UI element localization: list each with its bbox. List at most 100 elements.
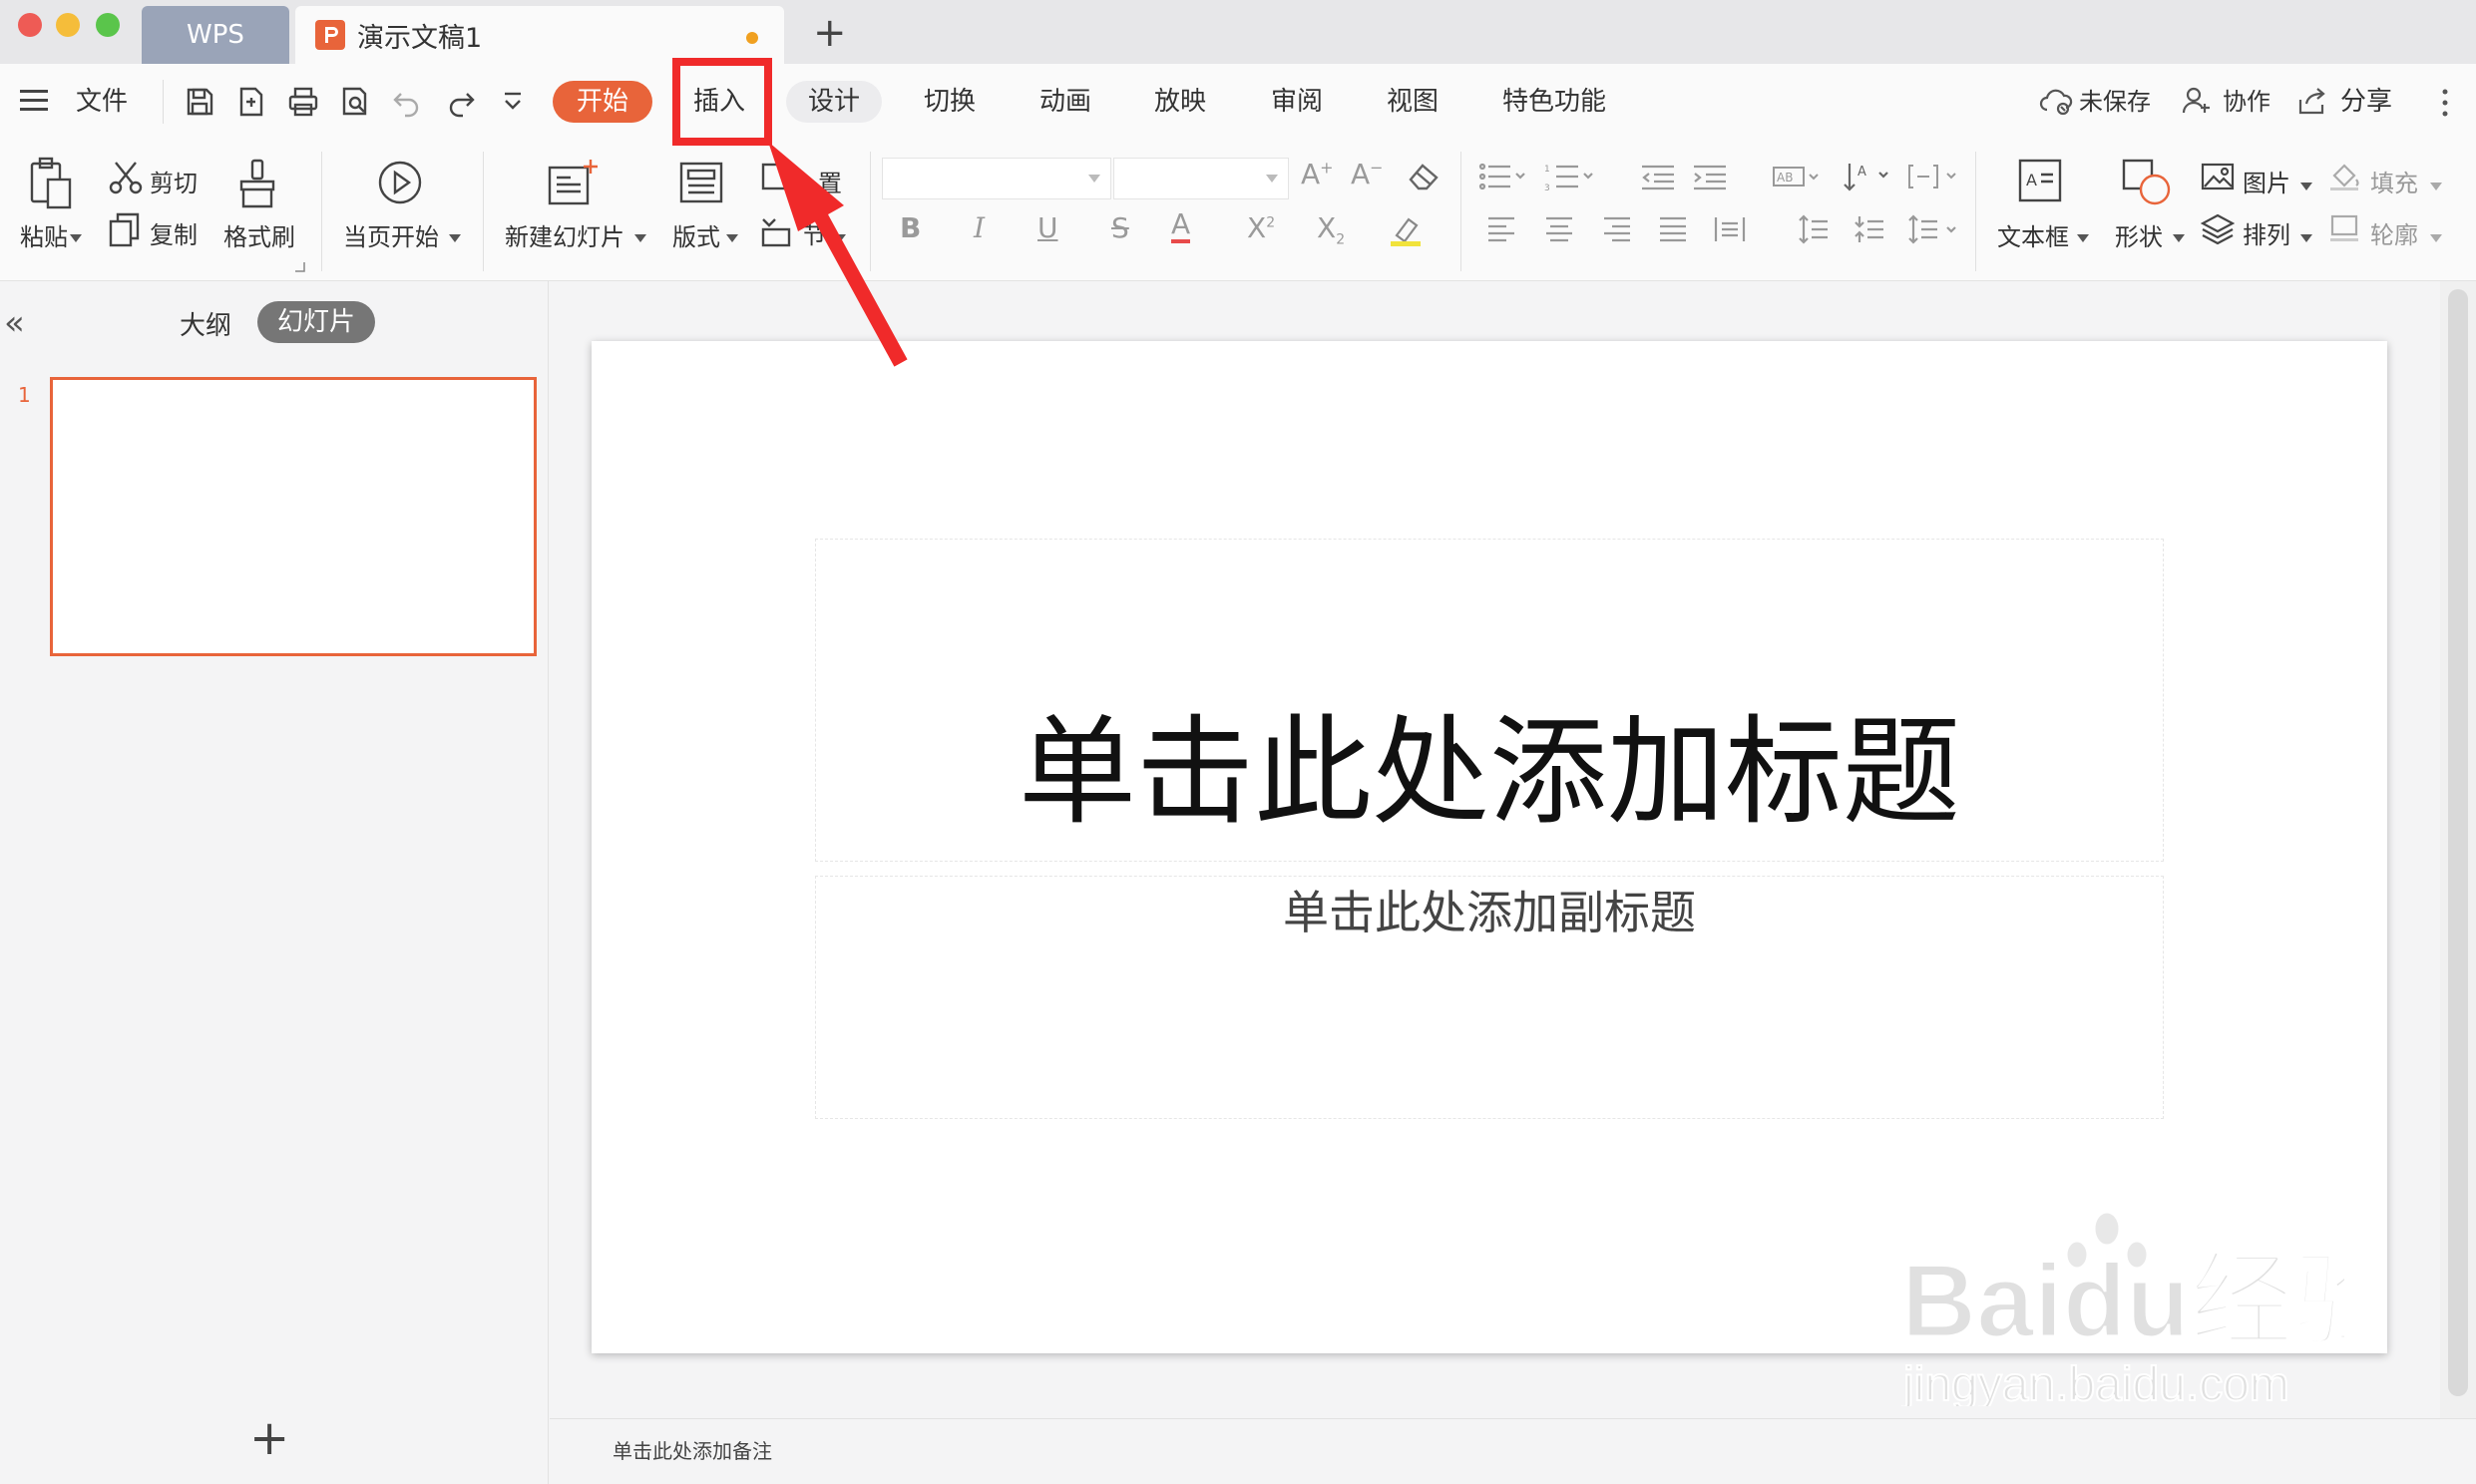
align-left-icon[interactable] (1486, 215, 1516, 247)
decrease-indent-icon[interactable] (1640, 164, 1676, 195)
scissors-icon[interactable] (108, 160, 144, 199)
font-size-select[interactable] (1113, 158, 1289, 199)
play-from-current-label[interactable]: 当页开始 (343, 217, 439, 252)
paste-label[interactable]: 粘贴 (20, 217, 68, 252)
tab-design[interactable]: 设计 (786, 81, 882, 123)
chevron-down-icon[interactable] (634, 227, 646, 246)
font-color-icon[interactable]: A (1171, 209, 1191, 243)
outline-icon[interactable] (2328, 213, 2362, 247)
chevron-down-icon[interactable] (2430, 227, 2442, 246)
new-slide-icon[interactable] (547, 158, 599, 211)
notes-placeholder[interactable]: 单击此处添加备注 (613, 1435, 772, 1464)
undo-icon[interactable] (391, 86, 423, 118)
chevron-down-icon[interactable] (726, 227, 738, 246)
zoom-window-button[interactable] (96, 13, 120, 37)
increase-indent-icon[interactable] (1692, 164, 1728, 195)
shapes-label[interactable]: 形状 (2115, 217, 2163, 252)
bullet-list-icon[interactable] (1478, 162, 1526, 195)
chevron-down-icon[interactable] (70, 227, 82, 246)
layout-icon[interactable] (678, 160, 724, 209)
superscript-icon[interactable]: X2 (1247, 211, 1275, 244)
new-slide-label[interactable]: 新建幻灯片 (505, 217, 624, 252)
distribute-icon[interactable] (1714, 215, 1746, 247)
minimize-window-button[interactable] (56, 13, 80, 37)
bold-icon[interactable]: B (900, 211, 921, 244)
numbered-list-icon[interactable]: 13 (1544, 162, 1596, 195)
new-tab-button[interactable]: + (813, 10, 847, 56)
arrange-button[interactable]: 排列 (2243, 215, 2290, 250)
section-label[interactable]: 节 (802, 215, 826, 250)
italic-icon[interactable]: I (974, 211, 985, 244)
subscript-icon[interactable]: X2 (1317, 211, 1345, 248)
picture-icon[interactable] (2201, 162, 2235, 195)
tab-animations[interactable]: 动画 (1039, 82, 1091, 122)
format-painter-label[interactable]: 格式刷 (223, 217, 295, 252)
align-text-icon[interactable] (1907, 162, 1959, 195)
shapes-icon[interactable] (2121, 158, 2173, 211)
tab-special-features[interactable]: 特色功能 (1502, 82, 1606, 122)
customize-toolbar-icon[interactable] (499, 88, 531, 120)
print-icon[interactable] (287, 86, 319, 118)
slide-thumbnail[interactable] (50, 377, 537, 656)
chevron-down-icon[interactable] (2300, 227, 2312, 246)
align-right-icon[interactable] (1602, 215, 1632, 247)
chevron-down-icon[interactable] (2300, 176, 2312, 194)
tab-review[interactable]: 审阅 (1271, 82, 1323, 122)
menu-hamburger-icon[interactable] (20, 88, 50, 118)
sort-icon[interactable]: A (1842, 160, 1889, 197)
section-icon[interactable] (760, 213, 794, 251)
tab-home[interactable]: 开始 (553, 81, 652, 123)
file-menu[interactable]: 文件 (76, 82, 128, 122)
vertical-scrollbar[interactable] (2440, 281, 2476, 1418)
tab-slides[interactable]: 幻灯片 (257, 301, 375, 343)
paste-icon[interactable] (28, 156, 74, 215)
dialog-launcher-icon[interactable] (295, 257, 305, 276)
text-direction-icon[interactable]: AB (1772, 164, 1822, 197)
chevron-down-icon[interactable] (834, 227, 846, 246)
tab-outline[interactable]: 大纲 (180, 305, 231, 342)
layout-label[interactable]: 版式 (672, 217, 720, 252)
collapse-panel-icon[interactable]: « (4, 303, 25, 343)
subtitle-placeholder[interactable]: 单击此处添加副标题 (815, 876, 2164, 1119)
paragraph-spacing-icon[interactable] (1854, 213, 1885, 249)
strikethrough-icon[interactable]: S (1111, 211, 1129, 244)
title-placeholder[interactable]: 单击此处添加标题 (815, 539, 2164, 862)
fill-bucket-icon[interactable] (2328, 162, 2362, 195)
chevron-down-icon[interactable] (449, 227, 461, 246)
font-name-select[interactable] (882, 158, 1111, 199)
textbox-label[interactable]: 文本框 (1997, 217, 2069, 252)
tab-wps[interactable]: WPS (142, 6, 289, 64)
line-spacing-icon[interactable] (1798, 213, 1830, 249)
outline-button[interactable]: 轮廓 (2370, 215, 2418, 250)
tab-slideshow[interactable]: 放映 (1154, 82, 1206, 122)
unsaved-status[interactable]: 未保存 (2079, 82, 2151, 122)
redo-icon[interactable] (445, 86, 477, 118)
notes-pane[interactable]: 单击此处添加备注 (550, 1418, 2476, 1484)
copy-icon[interactable] (108, 211, 142, 251)
picture-button[interactable]: 图片 (2243, 164, 2290, 198)
play-from-current-icon[interactable] (377, 160, 423, 209)
cloud-unsaved-icon[interactable] (2039, 86, 2073, 120)
reset-label[interactable]: 置 (818, 164, 842, 198)
chevron-down-icon[interactable] (2173, 227, 2185, 246)
chevron-down-icon[interactable] (2077, 227, 2089, 246)
share-button[interactable]: 分享 (2340, 82, 2392, 122)
columns-icon[interactable] (1907, 213, 1959, 249)
textbox-icon[interactable]: A (2017, 158, 2063, 207)
tab-transitions[interactable]: 切换 (924, 82, 976, 122)
chevron-down-icon[interactable] (2430, 176, 2442, 194)
more-options-icon[interactable] (2440, 88, 2450, 122)
fill-button[interactable]: 填充 (2370, 164, 2418, 198)
save-icon[interactable] (184, 86, 215, 118)
scrollbar-thumb[interactable] (2448, 289, 2468, 1396)
share-icon[interactable] (2296, 86, 2328, 120)
increase-font-size-icon[interactable]: A+ (1301, 158, 1334, 190)
collaborate-button[interactable]: 协作 (2223, 82, 2270, 122)
align-center-icon[interactable] (1544, 215, 1574, 247)
tab-document[interactable]: 演示文稿1 (295, 6, 784, 64)
cut-button[interactable]: 剪切 (150, 164, 198, 198)
underline-icon[interactable]: U (1037, 211, 1058, 244)
arrange-icon[interactable] (2200, 213, 2236, 249)
tab-view[interactable]: 视图 (1387, 82, 1439, 122)
print-preview-icon[interactable] (339, 86, 371, 118)
